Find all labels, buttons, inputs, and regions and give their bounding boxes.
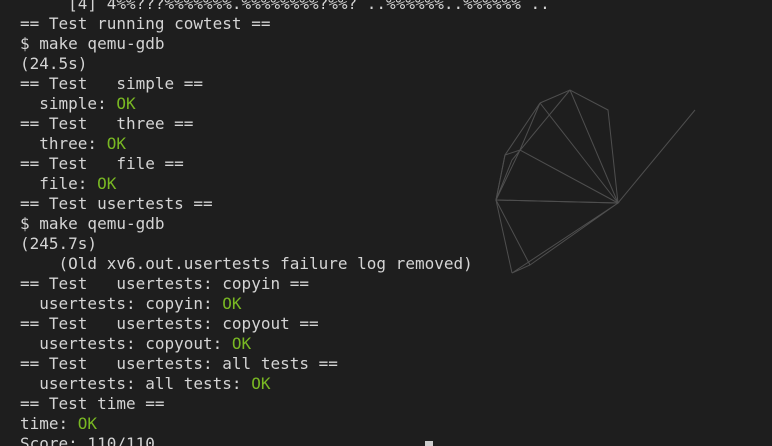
- line-text: usertests: all tests:: [20, 374, 252, 393]
- terminal-line: == Test usertests: copyin ==: [20, 274, 550, 294]
- status-ok: OK: [116, 94, 136, 113]
- terminal-line: (Old xv6.out.usertests failure log remov…: [20, 254, 550, 274]
- terminal-line: simple: OK: [20, 94, 550, 114]
- status-ok: OK: [251, 374, 271, 393]
- line-text: (24.5s): [20, 54, 88, 73]
- line-text: == Test time ==: [20, 394, 165, 413]
- terminal-line: $ make qemu-gdb: [20, 214, 550, 234]
- terminal-line: == Test three ==: [20, 114, 550, 134]
- line-text: $ make qemu-gdb: [20, 34, 165, 53]
- terminal-line: == Test usertests: all tests ==: [20, 354, 550, 374]
- terminal-line: usertests: copyout: OK: [20, 334, 550, 354]
- terminal-line: three: OK: [20, 134, 550, 154]
- line-text: Score: 110/110: [20, 434, 155, 446]
- line-text: (Old xv6.out.usertests failure log remov…: [20, 254, 473, 273]
- status-ok: OK: [106, 134, 126, 153]
- line-text: (245.7s): [20, 234, 98, 253]
- status-ok: OK: [231, 334, 252, 353]
- terminal-line: Score: 110/110: [20, 434, 550, 446]
- line-text: usertests: copyout:: [20, 334, 232, 353]
- terminal-line: usertests: copyin: OK: [20, 294, 550, 314]
- terminal-output: [4] 4%%???%%%%%%%.%%%%%%%%?%%? ..%%%%%%.…: [20, 0, 550, 446]
- terminal-line: usertests: all tests: OK: [20, 374, 550, 394]
- terminal-line: (245.7s): [20, 234, 550, 254]
- line-text: [4] 4%%???%%%%%%%.%%%%%%%%?%%? ..%%%%%%.…: [20, 0, 550, 13]
- line-text: == Test usertests: all tests ==: [20, 354, 338, 373]
- terminal-line: == Test time ==: [20, 394, 550, 414]
- line-text: == Test usertests: copyin ==: [20, 274, 309, 293]
- terminal-line: (24.5s): [20, 54, 550, 74]
- line-text: usertests: copyin:: [20, 294, 223, 313]
- line-text: == Test simple ==: [20, 74, 204, 93]
- status-ok: OK: [222, 294, 242, 313]
- terminal-cursor: [425, 441, 433, 446]
- terminal-line: time: OK: [20, 414, 550, 434]
- line-text: == Test three ==: [20, 114, 194, 133]
- line-text: $ make qemu-gdb: [20, 214, 165, 233]
- terminal-line: == Test usertests: copyout ==: [20, 314, 550, 334]
- line-text: three:: [20, 134, 107, 153]
- line-text: == Test usertests ==: [20, 194, 213, 213]
- line-text: file:: [20, 174, 98, 193]
- status-ok: OK: [77, 414, 98, 433]
- terminal-line: == Test file ==: [20, 154, 550, 174]
- line-text: simple:: [20, 94, 117, 113]
- terminal-line: [4] 4%%???%%%%%%%.%%%%%%%%?%%? ..%%%%%%.…: [20, 0, 550, 14]
- line-text: == Test usertests: copyout ==: [20, 314, 319, 333]
- terminal-line: == Test running cowtest ==: [20, 14, 550, 34]
- terminal-line: $ make qemu-gdb: [20, 34, 550, 54]
- terminal-line: file: OK: [20, 174, 550, 194]
- terminal-line: == Test simple ==: [20, 74, 550, 94]
- line-text: time:: [20, 414, 78, 433]
- wireframe-butterfly-icon: [495, 89, 696, 274]
- status-ok: OK: [97, 174, 117, 193]
- line-text: == Test running cowtest ==: [20, 14, 271, 33]
- terminal-line: == Test usertests ==: [20, 194, 550, 214]
- line-text: == Test file ==: [20, 154, 184, 173]
- terminal-window[interactable]: [4] 4%%???%%%%%%%.%%%%%%%%?%%? ..%%%%%%.…: [0, 0, 772, 446]
